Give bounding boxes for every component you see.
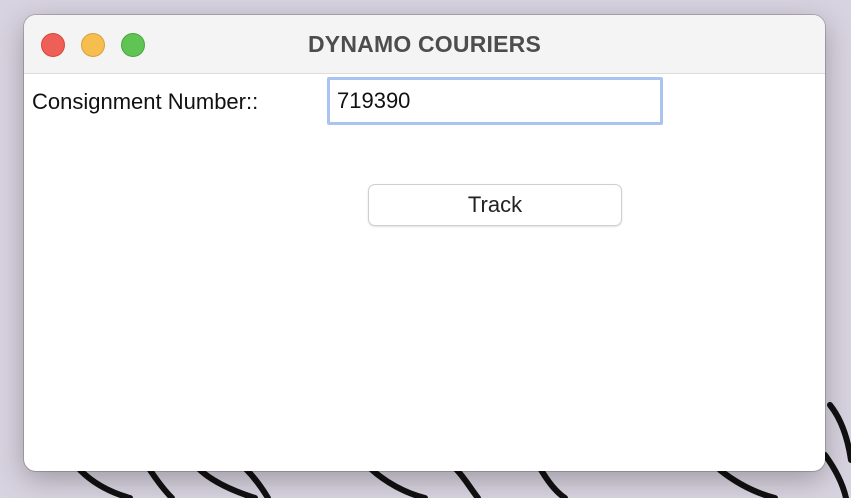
- consignment-number-label: Consignment Number::: [32, 89, 259, 114]
- flower-outline-icon: [77, 467, 133, 498]
- tracking-form: Consignment Number:: Track: [24, 73, 825, 471]
- flower-outline-icon: [822, 452, 849, 498]
- track-button[interactable]: Track: [368, 184, 622, 226]
- flower-outline-icon: [452, 465, 481, 498]
- flower-outline-icon: [827, 402, 851, 463]
- flower-outline-icon: [147, 467, 175, 498]
- consignment-number-input[interactable]: [327, 77, 663, 125]
- flower-outline-icon: [717, 467, 778, 498]
- flower-outline-icon: [537, 465, 568, 498]
- flower-outline-icon: [367, 465, 428, 498]
- window-titlebar[interactable]: DYNAMO COURIERS: [24, 15, 825, 74]
- window-title: DYNAMO COURIERS: [307, 31, 541, 57]
- app-window: DYNAMO COURIERS Consignment Number:: Tra…: [24, 15, 825, 471]
